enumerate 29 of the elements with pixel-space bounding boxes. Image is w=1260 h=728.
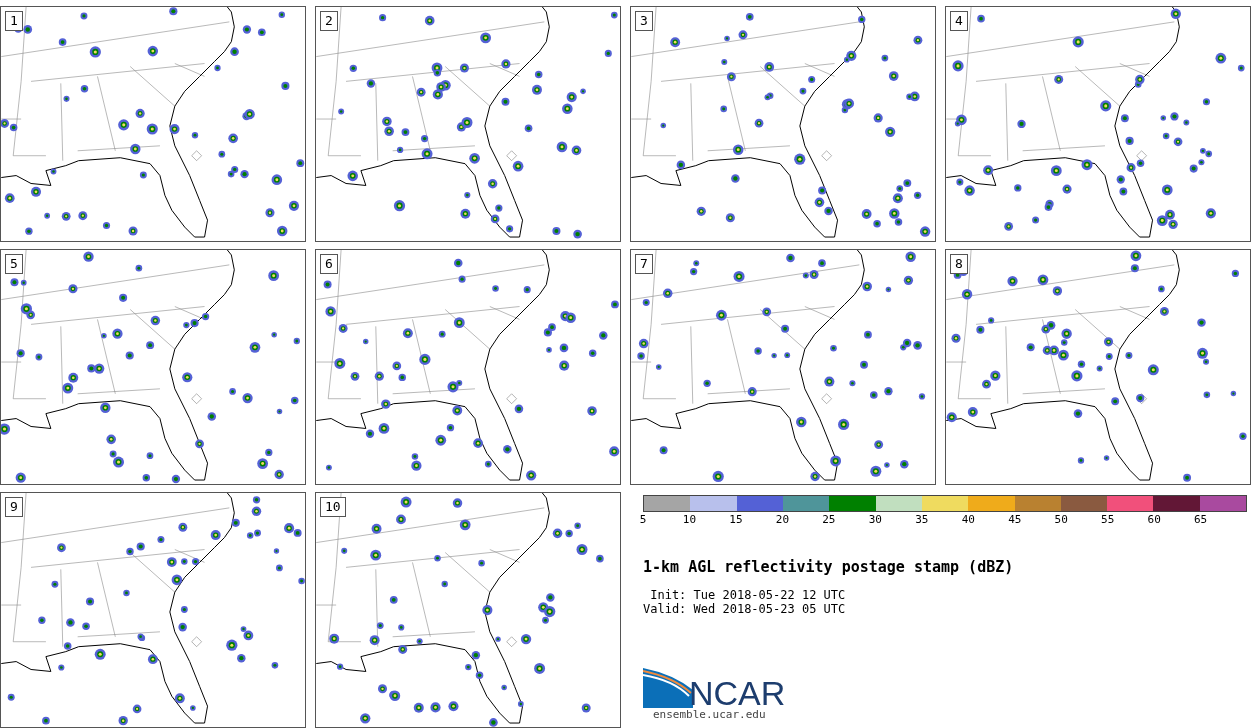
panel-number: 1 (5, 11, 23, 31)
logo-text: NCAR (689, 677, 786, 708)
tick-label: 15 (729, 512, 743, 528)
tick-label: 50 (1054, 512, 1068, 528)
chart-title: 1-km AGL reflectivity postage stamp (dBZ) (643, 557, 1015, 578)
tick-label: 5 (639, 512, 647, 528)
panel-number: 2 (320, 11, 338, 31)
tick-label: 45 (1008, 512, 1022, 528)
panel-number: 3 (635, 11, 653, 31)
valid-time: Valid: Wed 2018-05-23 05 UTC (643, 601, 847, 616)
website-url: ensemble.ucar.edu (653, 707, 767, 722)
panel-number: 8 (950, 254, 968, 274)
panel-number: 10 (320, 497, 346, 517)
panel-number: 7 (635, 254, 653, 274)
panel-number: 9 (5, 497, 23, 517)
init-time: Init: Tue 2018-05-22 12 UTC (649, 587, 847, 602)
tick-label: 55 (1101, 512, 1115, 528)
tick-label: 10 (682, 512, 697, 528)
tick-label: 65 (1194, 512, 1208, 528)
tick-label: 35 (915, 512, 929, 528)
logo-swoosh-icon (643, 667, 693, 708)
tick-label: 25 (822, 512, 836, 528)
tick-label: 20 (775, 512, 790, 528)
panel-number: 4 (950, 11, 968, 31)
tick-label: 60 (1147, 512, 1161, 528)
tick-label: 30 (868, 512, 882, 528)
tick-label: 40 (961, 512, 975, 528)
panel-number: 5 (5, 254, 23, 274)
panel-number: 6 (320, 254, 338, 274)
